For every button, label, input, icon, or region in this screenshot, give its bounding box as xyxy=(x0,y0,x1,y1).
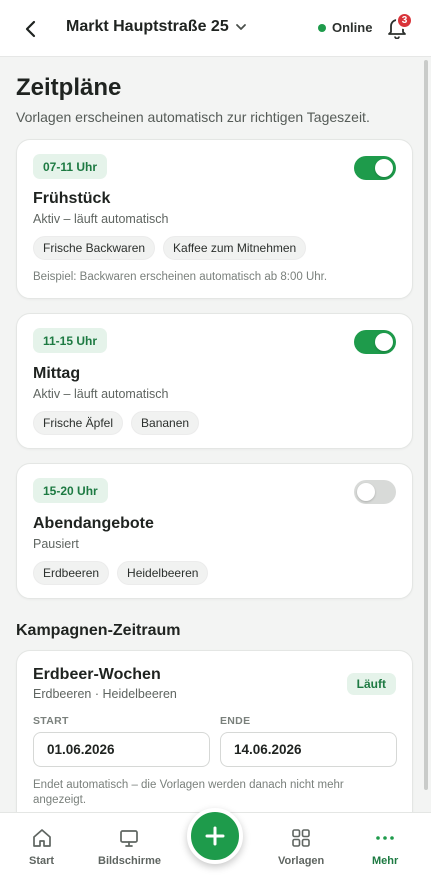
schedule-toggle[interactable] xyxy=(354,330,396,354)
schedule-title: Abendangebote xyxy=(33,515,154,532)
template-chips: Erdbeeren Heidelbeeren xyxy=(33,561,209,585)
template-chip[interactable]: Frische Äpfel xyxy=(33,411,124,435)
campaign-title: Erdbeer-Wochen xyxy=(33,666,161,683)
nav-screens-label: Bildschirme xyxy=(98,855,161,867)
campaign-status-badge: Läuft xyxy=(346,673,396,695)
grid-icon xyxy=(292,829,310,847)
template-chip[interactable]: Frische Backwaren xyxy=(33,236,156,260)
store-selector[interactable]: Markt Hauptstraße 25 xyxy=(66,18,247,36)
time-range-badge: 07-11 Uhr xyxy=(33,154,108,179)
schedule-example-note: Beispiel: Backwaren erscheinen automatis… xyxy=(33,271,328,283)
campaign-note: Endet automatisch – die Vorlagen werden … xyxy=(33,779,344,806)
template-chip[interactable]: Erdbeeren xyxy=(33,561,110,585)
template-chip[interactable]: Bananen xyxy=(131,411,200,435)
template-chip[interactable]: Heidelbeeren xyxy=(117,561,209,585)
nav-screens[interactable]: Bildschirme xyxy=(98,827,161,867)
campaign-section-title: Kampagnen-Zeitraum xyxy=(16,622,181,639)
nav-more-label: Mehr xyxy=(372,855,399,867)
toggle-knob xyxy=(357,483,375,501)
page-title: Zeitpläne xyxy=(16,74,122,101)
time-range-badge: 15-20 Uhr xyxy=(33,478,108,503)
schedule-card-lunch: 11-15 Uhr Mittag Aktiv – läuft automatis… xyxy=(16,313,413,449)
schedule-status: Pausiert xyxy=(33,537,79,551)
campaign-items: Erdbeeren · Heidelbeeren xyxy=(33,687,177,701)
page-subtitle: Vorlagen erscheinen automatisch zur rich… xyxy=(16,109,370,125)
start-date-input[interactable]: 01.06.2026 xyxy=(33,732,210,767)
nav-start[interactable]: Start xyxy=(29,827,54,867)
schedule-status: Aktiv – läuft automatisch xyxy=(33,212,169,226)
back-button[interactable] xyxy=(18,17,44,41)
store-name: Markt Hauptstraße 25 xyxy=(66,18,229,35)
more-dots-icon xyxy=(376,836,394,840)
schedule-status: Aktiv – läuft automatisch xyxy=(33,387,169,401)
scrollbar[interactable] xyxy=(424,60,428,790)
notification-badge: 3 xyxy=(396,12,413,29)
connection-status-label: Online xyxy=(332,20,373,35)
nav-start-label: Start xyxy=(29,855,55,867)
campaign-card: Erdbeer-Wochen Erdbeeren · Heidelbeeren … xyxy=(16,650,413,820)
time-range-badge: 11-15 Uhr xyxy=(33,328,108,353)
nav-templates-label: Vorlagen xyxy=(278,855,325,867)
chevron-left-icon xyxy=(25,20,36,38)
nav-templates[interactable]: Vorlagen xyxy=(278,827,324,867)
connection-status: Online xyxy=(318,20,372,35)
template-chips: Frische Äpfel Bananen xyxy=(33,411,200,435)
schedule-title: Mittag xyxy=(33,365,81,382)
chevron-down-icon xyxy=(235,24,246,30)
monitor-icon xyxy=(120,830,139,847)
schedule-toggle[interactable] xyxy=(354,480,396,504)
schedule-card-evening: 15-20 Uhr Abendangebote Pausiert Erdbeer… xyxy=(16,463,413,599)
start-date-label: START xyxy=(33,715,69,727)
add-button[interactable] xyxy=(187,808,243,864)
template-chip[interactable]: Kaffee zum Mitnehmen xyxy=(163,236,307,260)
end-date-label: ENDE xyxy=(220,715,251,727)
schedule-title: Frühstück xyxy=(33,190,111,207)
online-dot-icon xyxy=(318,23,326,32)
toggle-knob xyxy=(375,333,393,351)
end-date-input[interactable]: 14.06.2026 xyxy=(220,732,397,767)
plus-icon xyxy=(205,826,225,846)
template-chips: Frische Backwaren Kaffee zum Mitnehmen xyxy=(33,236,307,260)
home-icon xyxy=(32,829,51,847)
nav-more[interactable]: Mehr xyxy=(372,827,398,867)
schedule-toggle[interactable] xyxy=(354,156,396,180)
toggle-knob xyxy=(375,159,393,177)
top-bar: Markt Hauptstraße 25 Online 3 xyxy=(0,0,431,57)
schedule-card-breakfast: 07-11 Uhr Frühstück Aktiv – läuft automa… xyxy=(16,139,413,299)
